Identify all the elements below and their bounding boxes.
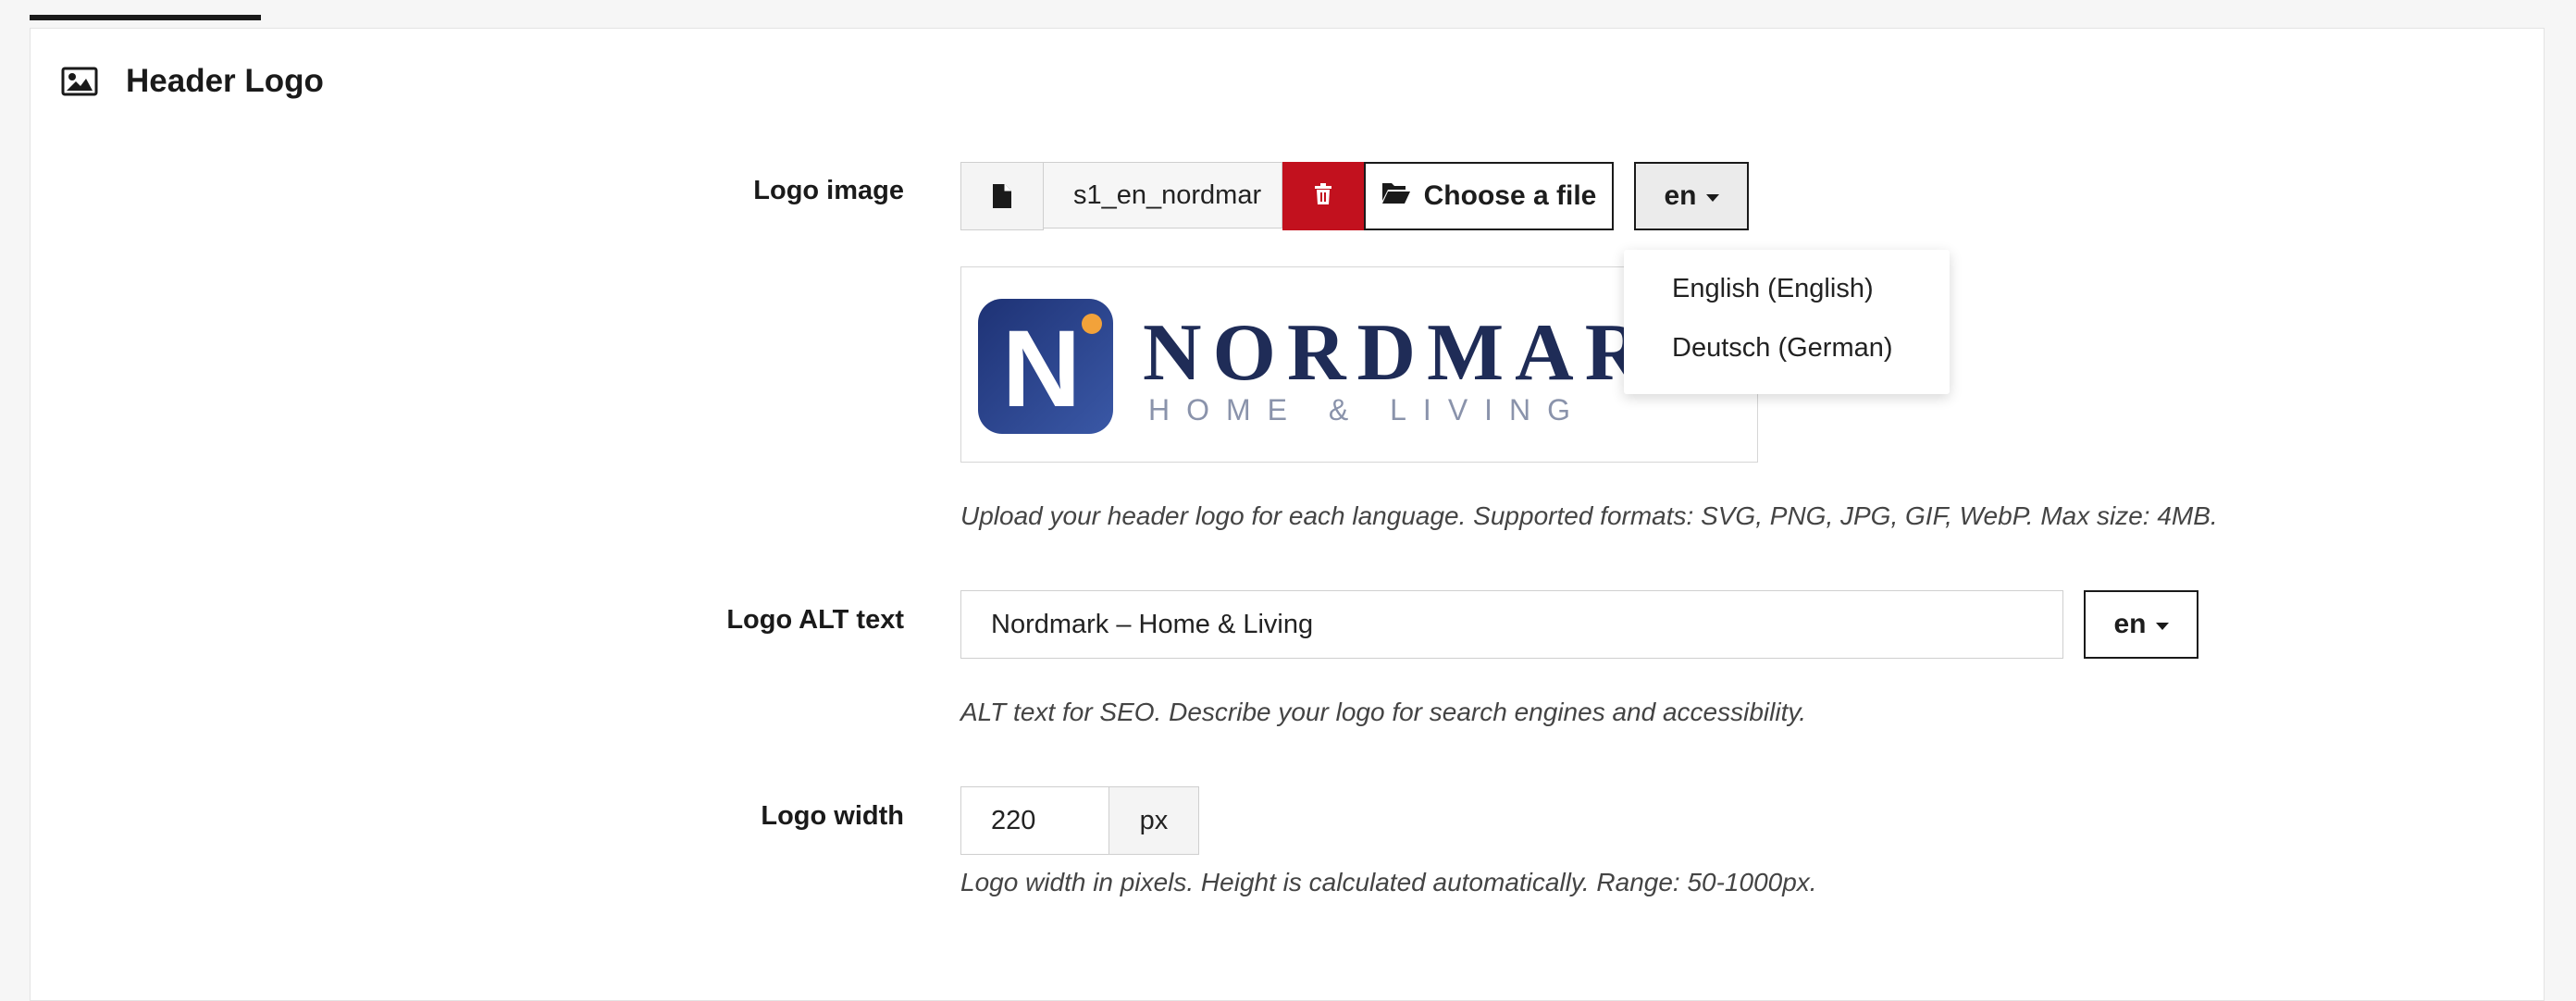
section-title: Header Logo	[126, 63, 324, 99]
logo-tagline: HOME & LIVING	[1148, 393, 1588, 426]
trash-icon	[1314, 182, 1332, 210]
file-name-field[interactable]: s1_en_nordmar	[1044, 162, 1282, 229]
logo-badge-letter: N	[1002, 308, 1082, 430]
logo-width-unit: px	[1108, 786, 1199, 855]
file-icon	[960, 162, 1044, 230]
image-icon	[61, 67, 98, 96]
language-option-german[interactable]: Deutsch (German)	[1672, 333, 1893, 364]
logo-image-label: Logo image	[753, 176, 904, 205]
file-upload-group: s1_en_nordmar Choose a file	[960, 162, 1614, 230]
language-dropdown-menu: English (English) Deutsch (German)	[1624, 250, 1950, 394]
caret-down-icon	[1705, 194, 1719, 202]
logo-alt-language-select[interactable]: en	[2084, 590, 2198, 659]
logo-image-language-select[interactable]: en	[1634, 162, 1749, 230]
choose-file-button[interactable]: Choose a file	[1364, 162, 1614, 230]
logo-badge: N	[978, 299, 1113, 434]
logo-badge-dot	[1082, 314, 1102, 334]
language-code: en	[2113, 609, 2147, 639]
caret-down-icon	[2155, 623, 2169, 630]
section-header: Header Logo	[61, 54, 324, 109]
language-code: en	[1664, 180, 1697, 211]
language-option-english[interactable]: English (English)	[1672, 274, 1874, 304]
logo-alt-help: ALT text for SEO. Describe your logo for…	[960, 698, 1807, 726]
delete-file-button[interactable]	[1282, 162, 1364, 230]
logo-width-help: Logo width in pixels. Height is calculat…	[960, 868, 1817, 896]
logo-alt-label: Logo ALT text	[726, 605, 904, 635]
logo-width-label: Logo width	[761, 801, 904, 831]
logo-alt-input[interactable]: Nordmark – Home & Living	[960, 590, 2063, 659]
folder-open-icon	[1381, 180, 1411, 212]
logo-image-help: Upload your header logo for each languag…	[960, 501, 2218, 530]
active-tab-indicator	[30, 15, 261, 20]
choose-file-label: Choose a file	[1423, 180, 1597, 211]
logo-width-input[interactable]: 220	[960, 786, 1108, 855]
